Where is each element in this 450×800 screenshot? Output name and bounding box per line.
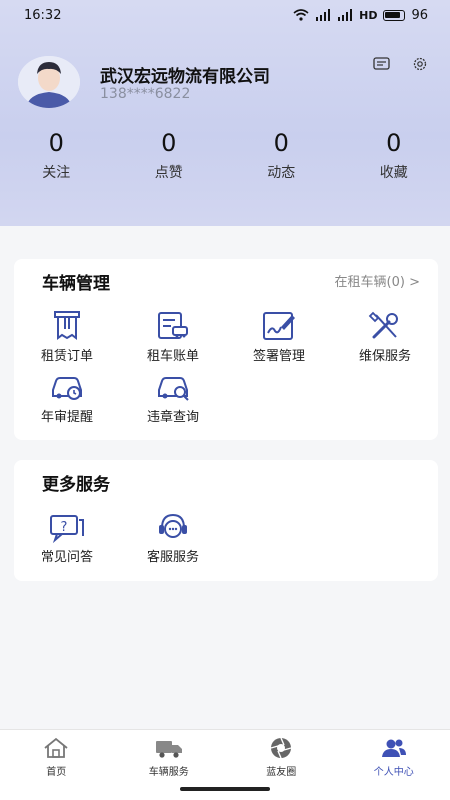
status-time: 16:32 (24, 7, 62, 23)
faq-button[interactable]: ? 常见问答 (17, 510, 117, 565)
vehicle-management-card: 车辆管理 在租车辆(0) > 租赁订单 租车账单 签署管理 维保服务 年审提醒 … (14, 259, 438, 440)
violation-query-icon (158, 377, 189, 401)
nav-vehicle-service-label: 车辆服务 (148, 767, 189, 778)
more-services-card: 更多服务 ? 常见问答 客服服务 (14, 460, 438, 581)
battery-level: 96 (411, 7, 428, 23)
stat-label: 收藏 (379, 165, 408, 181)
people-icon (381, 739, 406, 757)
customer-service-button[interactable]: 客服服务 (123, 510, 223, 565)
header-background (0, 0, 450, 226)
phone-number: 138****6822 (100, 86, 191, 102)
signature-management-label: 签署管理 (252, 349, 305, 364)
stat-count: 0 (386, 129, 402, 157)
nav-home[interactable]: 首页 (0, 730, 113, 800)
nav-personal-center-label: 个人中心 (373, 767, 414, 778)
stat-likes[interactable]: 0 点赞 (113, 128, 226, 188)
aperture-icon (271, 737, 292, 759)
more-section-title: 更多服务 (42, 475, 110, 495)
vehicle-section-title: 车辆管理 (42, 274, 110, 294)
avatar-person-icon (18, 56, 80, 108)
stat-count: 0 (161, 129, 177, 157)
signature-management-button[interactable]: 签署管理 (229, 309, 329, 364)
svg-text:?: ? (61, 520, 68, 535)
annual-inspection-label: 年审提醒 (40, 410, 93, 425)
status-icons: HD 96 (293, 8, 428, 23)
nav-personal-center[interactable]: 个人中心 (338, 730, 450, 800)
company-name: 武汉宏远物流有限公司 (100, 67, 270, 87)
battery-icon (383, 9, 406, 21)
maintenance-icon (368, 311, 398, 339)
faq-icon: ? (50, 515, 84, 544)
annual-inspection-icon (52, 377, 82, 400)
rental-bill-label: 租车账单 (146, 349, 199, 364)
maintenance-service-label: 维保服务 (358, 349, 411, 364)
rented-vehicles-link[interactable]: 在租车辆(0) > (335, 271, 420, 290)
nav-home-label: 首页 (46, 767, 67, 778)
rental-bill-button[interactable]: 租车账单 (123, 309, 223, 364)
stat-posts[interactable]: 0 动态 (225, 128, 338, 188)
stat-count: 0 (48, 129, 64, 157)
wifi-icon (293, 9, 309, 21)
rental-order-button[interactable]: 租赁订单 (17, 309, 117, 364)
home-icon (44, 737, 68, 758)
stat-favorites[interactable]: 0 收藏 (338, 128, 450, 188)
status-bar: 16:32 HD 96 (0, 0, 450, 30)
stats-row: 0 关注 0 点赞 0 动态 0 收藏 (0, 128, 450, 188)
settings-gear-icon[interactable] (410, 56, 430, 72)
violation-query-label: 违章查询 (146, 410, 199, 425)
profile-section[interactable]: 武汉宏远物流有限公司 138****6822 (18, 56, 438, 112)
signal-icon-2 (338, 9, 353, 21)
signature-icon (263, 312, 295, 340)
rental-bill-icon (158, 312, 188, 339)
violation-query-button[interactable]: 违章查询 (123, 370, 223, 425)
rental-order-icon (54, 311, 80, 340)
stat-label: 动态 (267, 165, 296, 181)
nav-blue-friends-label: 蓝友圈 (266, 767, 297, 778)
customer-service-label: 客服服务 (146, 550, 199, 565)
stat-follow[interactable]: 0 关注 (0, 128, 113, 188)
stat-label: 关注 (42, 165, 71, 181)
network-label: HD (359, 8, 378, 22)
maintenance-service-button[interactable]: 维保服务 (335, 309, 435, 364)
stat-count: 0 (273, 129, 289, 157)
message-icon[interactable] (372, 56, 392, 72)
avatar[interactable] (18, 56, 80, 108)
customer-service-icon (159, 513, 187, 538)
rental-order-label: 租赁订单 (40, 349, 93, 364)
faq-label: 常见问答 (40, 550, 93, 565)
signal-icon (316, 9, 331, 21)
stat-label: 点赞 (154, 165, 183, 181)
annual-inspection-button[interactable]: 年审提醒 (17, 370, 117, 425)
home-indicator[interactable] (180, 787, 270, 791)
truck-icon (155, 741, 182, 758)
